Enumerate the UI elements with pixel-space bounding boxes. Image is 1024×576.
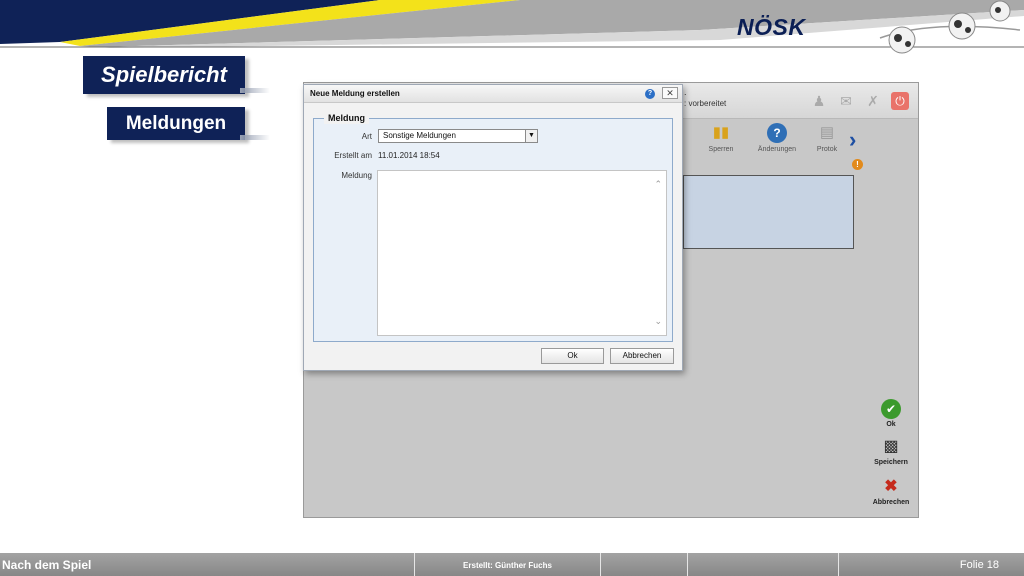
top-icon-group: ♟ ✉ ✗ ⏻ (810, 92, 909, 110)
document-icon: ▤ (819, 124, 835, 141)
aenderungen-button[interactable]: ? Änderungen (754, 123, 800, 153)
new-message-dialog: Neue Meldung erstellen ? ✕ Meldung Art S… (303, 84, 683, 371)
footer-slide-number: Folie 18 (959, 559, 999, 571)
sperren-button[interactable]: ▮▮ Sperren (698, 123, 744, 153)
art-label: Art (361, 132, 372, 141)
app-toolbar: ▮▮ Sperren ? Änderungen ▤ Protok (684, 123, 918, 161)
title-shadow (240, 88, 270, 93)
art-select[interactable]: Sonstige Meldungen ▼ (378, 129, 538, 143)
chevron-down-icon[interactable]: ▼ (525, 130, 537, 142)
art-select-value: Sonstige Meldungen (383, 131, 456, 140)
ok-side-button[interactable]: ✔ Ok (865, 399, 917, 428)
content-panel (683, 175, 854, 249)
status-text: : vorbereitet (684, 99, 727, 108)
cancel-side-button[interactable]: ✖ Abbrechen (865, 477, 917, 506)
footer-spacer-2 (688, 553, 839, 576)
scroll-down-icon[interactable]: ⌄ (654, 316, 662, 327)
save-side-button[interactable]: ▩ Speichern (865, 437, 917, 466)
meldung-fieldset: Meldung Art Sonstige Meldungen ▼ Erstell… (313, 113, 673, 342)
footer-spacer-1 (601, 553, 688, 576)
meldung-label: Meldung (341, 171, 372, 180)
aenderungen-label: Änderungen (757, 146, 797, 153)
help-icon: ? (767, 123, 787, 143)
help-icon[interactable]: ? (645, 89, 655, 99)
cards-icon: ▮▮ (712, 124, 730, 141)
fieldset-legend: Meldung (324, 113, 369, 124)
close-icon: ✖ (884, 478, 898, 495)
floppy-disk-icon: ▩ (883, 438, 899, 455)
power-icon[interactable]: ⏻ (891, 92, 909, 110)
status-prefix: . (684, 87, 687, 97)
cancel-side-label: Abbrechen (872, 499, 910, 506)
football-icon (879, 0, 1021, 54)
save-side-label: Speichern (874, 459, 908, 466)
close-button[interactable]: ✕ (662, 87, 678, 99)
check-icon: ✔ (881, 399, 901, 419)
presentation-slide: NÖSK Spielbericht Meldungen . : vorberei… (0, 0, 1024, 576)
ok-side-label: Ok (886, 421, 896, 428)
warning-icon: ! (852, 159, 863, 170)
slide-title: Spielbericht (83, 56, 245, 94)
tools-icon[interactable]: ✗ (864, 92, 882, 110)
footer-author: Erstellt: Günther Fuchs (415, 553, 601, 576)
protok-button[interactable]: ▤ Protok (804, 123, 850, 153)
nosk-logo: NÖSK (737, 14, 806, 40)
slide-subtitle: Meldungen (107, 107, 245, 140)
scroll-up-icon[interactable]: ⌃ (654, 179, 662, 190)
slide-footer: Nach dem Spiel Erstellt: Günther Fuchs F… (0, 553, 1024, 576)
ok-button[interactable]: Ok (541, 348, 604, 364)
erstellt-label: Erstellt am (334, 151, 372, 160)
protok-label: Protok (816, 146, 838, 153)
chevron-right-icon[interactable]: › (849, 127, 856, 153)
cancel-button[interactable]: Abbrechen (610, 348, 674, 364)
sperren-label: Sperren (708, 146, 734, 153)
erstellt-value: 11.01.2014 18:54 (378, 151, 440, 160)
user-icon[interactable]: ♟ (810, 92, 828, 110)
footer-section: Nach dem Spiel (0, 553, 415, 576)
dialog-title: Neue Meldung erstellen (310, 89, 400, 98)
mail-icon[interactable]: ✉ (837, 92, 855, 110)
meldung-textarea[interactable]: ⌃ ⌄ (377, 170, 667, 336)
dialog-header: Neue Meldung erstellen ? ✕ (304, 85, 682, 103)
subtitle-shadow (240, 135, 270, 140)
